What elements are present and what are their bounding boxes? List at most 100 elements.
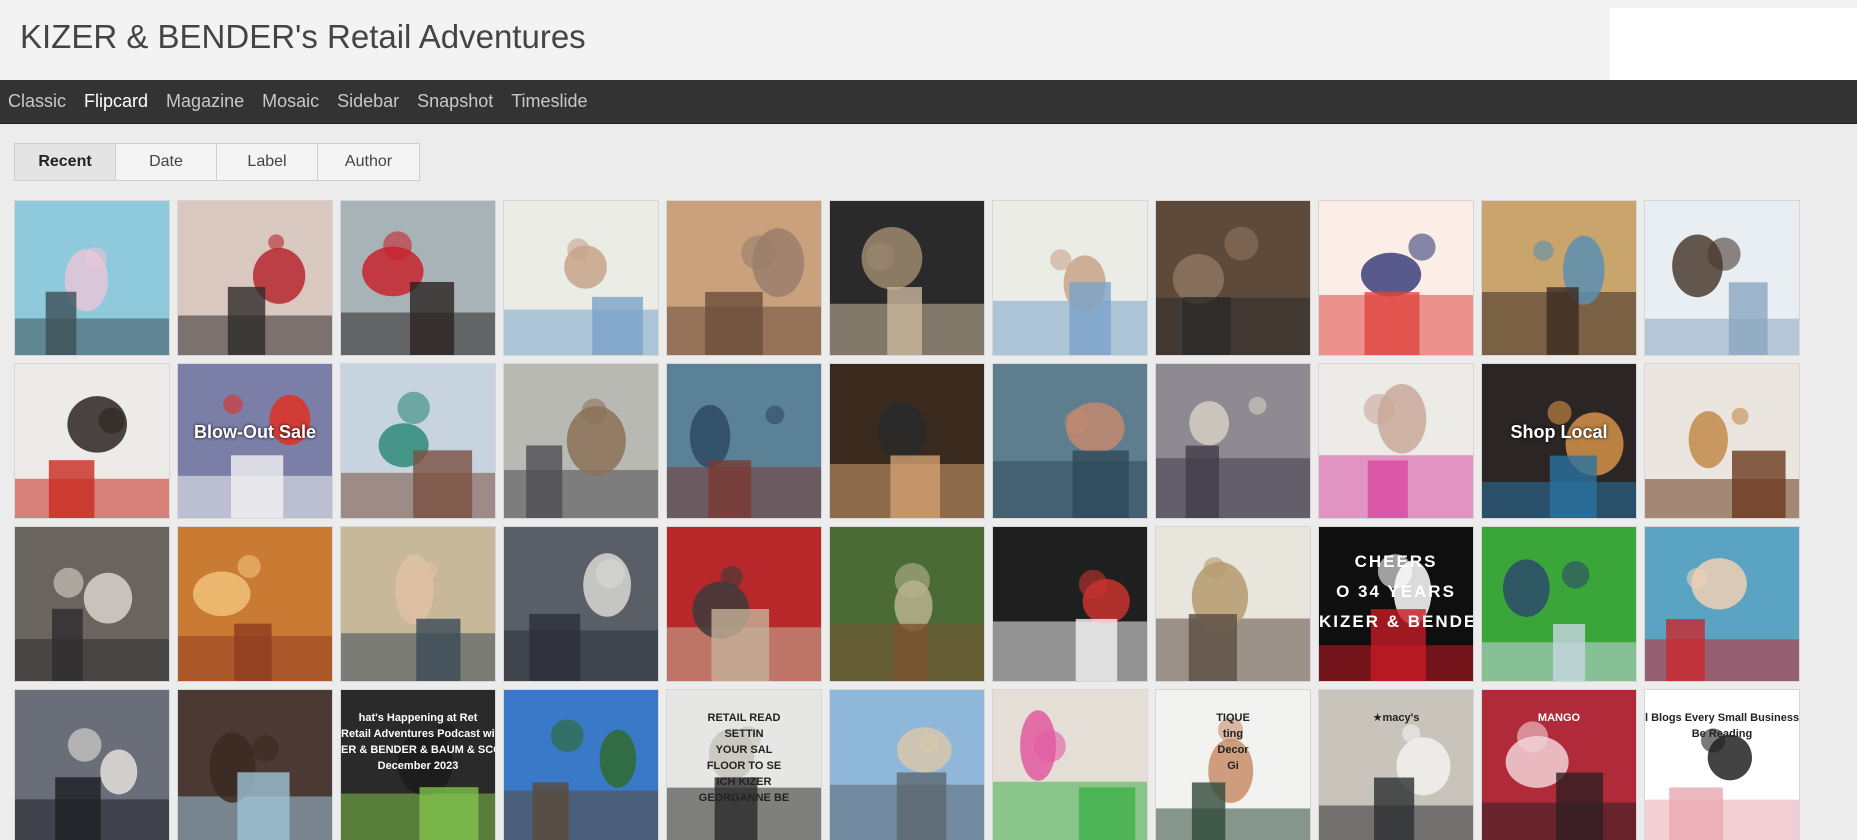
- post-thumbnail-image: [15, 527, 169, 681]
- post-thumbnail-image: [504, 527, 658, 681]
- post-thumbnail[interactable]: [1644, 200, 1800, 356]
- tab-recent[interactable]: Recent: [15, 144, 116, 180]
- post-thumbnail-image: [504, 690, 658, 840]
- post-thumbnail-grid: Blow-Out Sale Shop Local CHEERS O 34 YEARS K…: [14, 200, 1820, 840]
- post-thumbnail[interactable]: Blow-Out Sale: [177, 363, 333, 519]
- post-thumbnail-image: [830, 364, 984, 518]
- post-thumbnail[interactable]: [992, 363, 1148, 519]
- post-thumbnail[interactable]: [992, 200, 1148, 356]
- post-thumbnail[interactable]: [14, 200, 170, 356]
- post-thumbnail[interactable]: [177, 526, 333, 682]
- nav-flipcard[interactable]: Flipcard: [84, 91, 148, 112]
- header-ad-slot: [1610, 8, 1857, 80]
- tab-label[interactable]: Label: [217, 144, 318, 180]
- nav-timeslide[interactable]: Timeslide: [511, 91, 587, 112]
- post-thumbnail-image: [341, 364, 495, 518]
- post-thumbnail[interactable]: [666, 363, 822, 519]
- post-thumbnail[interactable]: CHEERSO 34 YEARSKIZER & BENDER: [1318, 526, 1474, 682]
- post-thumbnail-image: [1482, 364, 1636, 518]
- post-thumbnail-image: [1156, 364, 1310, 518]
- post-thumbnail-image: [1482, 201, 1636, 355]
- post-thumbnail-image: [15, 364, 169, 518]
- nav-mosaic[interactable]: Mosaic: [262, 91, 319, 112]
- post-thumbnail-image: [341, 690, 495, 840]
- post-thumbnail-image: [1319, 364, 1473, 518]
- post-thumbnail-image: [667, 527, 821, 681]
- post-thumbnail[interactable]: [340, 363, 496, 519]
- post-thumbnail[interactable]: [1481, 200, 1637, 356]
- post-thumbnail[interactable]: [992, 689, 1148, 840]
- post-thumbnail-image: [830, 527, 984, 681]
- post-thumbnail-image: [667, 364, 821, 518]
- post-thumbnail-image: [178, 364, 332, 518]
- post-thumbnail-image: [1645, 364, 1799, 518]
- post-thumbnail[interactable]: Shop Local: [1481, 363, 1637, 519]
- post-thumbnail-image: [1156, 690, 1310, 840]
- post-thumbnail[interactable]: [1644, 526, 1800, 682]
- post-thumbnail[interactable]: [340, 526, 496, 682]
- post-thumbnail-image: [993, 201, 1147, 355]
- post-thumbnail[interactable]: [1155, 526, 1311, 682]
- sort-tabs: Recent Date Label Author: [14, 143, 420, 181]
- post-thumbnail[interactable]: [177, 689, 333, 840]
- post-thumbnail[interactable]: [14, 363, 170, 519]
- post-thumbnail[interactable]: [1318, 200, 1474, 356]
- post-thumbnail-image: [341, 527, 495, 681]
- post-thumbnail[interactable]: [829, 363, 985, 519]
- page-scrollbar[interactable]: [1840, 124, 1857, 840]
- post-thumbnail[interactable]: [503, 363, 659, 519]
- post-thumbnail[interactable]: MANGO: [1481, 689, 1637, 840]
- post-thumbnail-image: [1319, 690, 1473, 840]
- post-thumbnail[interactable]: [14, 689, 170, 840]
- tab-date[interactable]: Date: [116, 144, 217, 180]
- post-thumbnail[interactable]: [1155, 363, 1311, 519]
- post-thumbnail[interactable]: [503, 689, 659, 840]
- post-thumbnail[interactable]: l Blogs Every Small Business OwBe Readin…: [1644, 689, 1800, 840]
- post-thumbnail[interactable]: [1155, 200, 1311, 356]
- post-thumbnail[interactable]: [1318, 363, 1474, 519]
- post-thumbnail-image: [504, 201, 658, 355]
- post-thumbnail[interactable]: [503, 526, 659, 682]
- nav-magazine[interactable]: Magazine: [166, 91, 244, 112]
- blog-title[interactable]: KIZER & BENDER's Retail Adventures: [20, 18, 586, 56]
- post-thumbnail[interactable]: ★macy's: [1318, 689, 1474, 840]
- post-thumbnail[interactable]: RETAIL READ SETTIN YOUR SAL FLOOR TO SE ICH …: [666, 689, 822, 840]
- post-thumbnail-image: [667, 690, 821, 840]
- post-thumbnail[interactable]: [829, 526, 985, 682]
- post-thumbnail[interactable]: [992, 526, 1148, 682]
- post-thumbnail[interactable]: [666, 200, 822, 356]
- post-thumbnail[interactable]: [1644, 363, 1800, 519]
- post-thumbnail[interactable]: [829, 689, 985, 840]
- post-thumbnail-image: [15, 690, 169, 840]
- post-thumbnail-image: [15, 201, 169, 355]
- blog-header: KIZER & BENDER's Retail Adventures: [0, 0, 1857, 80]
- nav-snapshot[interactable]: Snapshot: [417, 91, 493, 112]
- post-thumbnail-image: [178, 201, 332, 355]
- post-thumbnail-image: [178, 690, 332, 840]
- post-thumbnail[interactable]: hat's Happening at Ret Retail Adventures …: [340, 689, 496, 840]
- post-thumbnail-image: [993, 364, 1147, 518]
- post-thumbnail[interactable]: [829, 200, 985, 356]
- post-thumbnail-image: [667, 201, 821, 355]
- nav-classic[interactable]: Classic: [8, 91, 66, 112]
- post-thumbnail-image: [1482, 527, 1636, 681]
- post-thumbnail-image: [830, 201, 984, 355]
- post-thumbnail[interactable]: [666, 526, 822, 682]
- post-thumbnail-image: [1156, 201, 1310, 355]
- post-thumbnail-image: [993, 527, 1147, 681]
- nav-sidebar[interactable]: Sidebar: [337, 91, 399, 112]
- post-thumbnail[interactable]: TIQUE ting Decor Gi: [1155, 689, 1311, 840]
- tab-author[interactable]: Author: [318, 144, 419, 180]
- post-thumbnail[interactable]: [340, 200, 496, 356]
- post-thumbnail[interactable]: [14, 526, 170, 682]
- post-thumbnail-image: [1645, 527, 1799, 681]
- post-thumbnail-image: [504, 364, 658, 518]
- post-thumbnail-image: [1156, 527, 1310, 681]
- post-thumbnail[interactable]: [1481, 526, 1637, 682]
- post-thumbnail[interactable]: [503, 200, 659, 356]
- post-thumbnail-image: [1319, 201, 1473, 355]
- post-thumbnail-image: [1482, 690, 1636, 840]
- post-thumbnail[interactable]: [177, 200, 333, 356]
- post-thumbnail-image: [341, 201, 495, 355]
- post-thumbnail-image: [993, 690, 1147, 840]
